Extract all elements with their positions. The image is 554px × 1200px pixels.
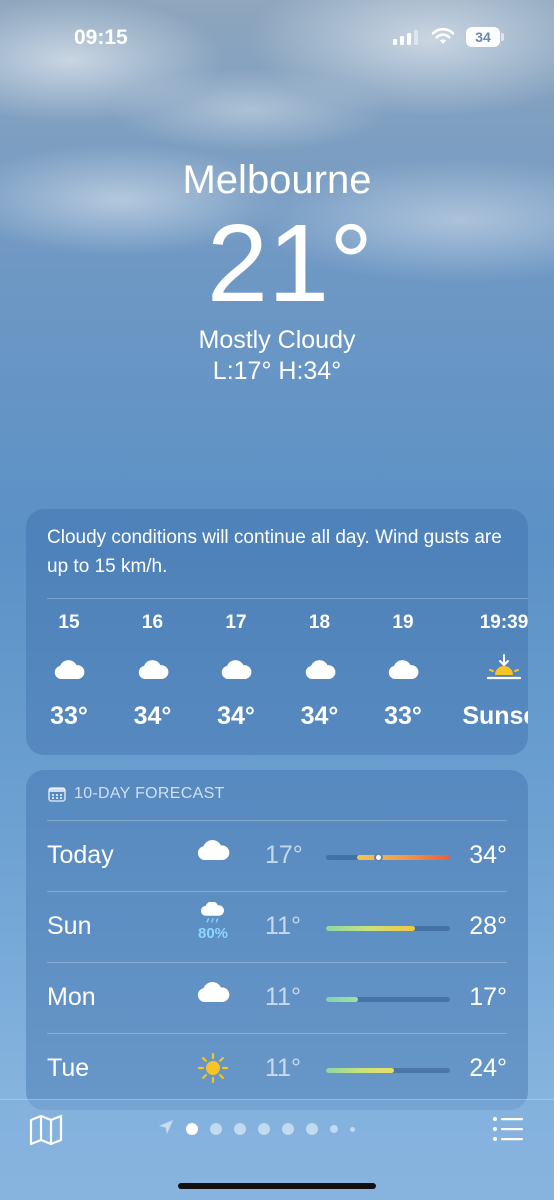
forecast-day: Sun bbox=[47, 912, 92, 940]
page-dot[interactable] bbox=[282, 1123, 294, 1135]
status-bar: 09:15 34 bbox=[0, 0, 554, 74]
temperature-range-bar bbox=[326, 853, 450, 862]
hour-item: 17 34° bbox=[194, 611, 278, 731]
wifi-icon bbox=[431, 27, 455, 44]
page-dot[interactable] bbox=[306, 1123, 318, 1135]
forecast-high: 34° bbox=[469, 841, 507, 869]
hour-item: 18 34° bbox=[278, 611, 362, 731]
forecast-row[interactable]: Mon 11° 17° bbox=[47, 962, 507, 1033]
forecast-low: 11° bbox=[265, 983, 301, 1011]
page-dot[interactable] bbox=[330, 1125, 338, 1133]
hour-temperature: 33° bbox=[50, 702, 88, 730]
current-condition: Mostly Cloudy bbox=[198, 326, 356, 354]
forecast-low: 11° bbox=[265, 912, 301, 940]
cloud-icon bbox=[193, 839, 233, 879]
battery-icon: 34 bbox=[466, 27, 504, 47]
hour-label: 15 bbox=[58, 612, 80, 633]
forecast-day: Mon bbox=[47, 983, 96, 1011]
status-time: 09:15 bbox=[74, 26, 128, 49]
page-dot[interactable] bbox=[210, 1123, 222, 1135]
page-dot[interactable] bbox=[350, 1126, 355, 1132]
divider bbox=[47, 598, 528, 599]
page-dot[interactable] bbox=[258, 1123, 270, 1135]
forecast-header: 10-DAY FORECAST bbox=[48, 785, 225, 803]
sun-icon bbox=[193, 1052, 233, 1092]
forecast-row[interactable]: Today 17° 34° bbox=[47, 820, 507, 891]
list-icon[interactable] bbox=[492, 1115, 524, 1143]
temperature-range-bar bbox=[326, 1068, 450, 1073]
city-name: Melbourne bbox=[182, 158, 372, 202]
temperature-range-fill bbox=[326, 926, 416, 931]
cloud-icon bbox=[361, 651, 445, 687]
page-dot[interactable] bbox=[234, 1123, 246, 1135]
forecast-row[interactable]: Tue 11° 24° bbox=[47, 1033, 507, 1104]
cloud-icon bbox=[278, 651, 362, 687]
cellular-signal-icon bbox=[393, 29, 418, 45]
hour-label: 19 bbox=[392, 612, 414, 633]
forecast-row[interactable]: Sun 80% 11° 28° bbox=[47, 891, 507, 962]
hour-label: 17 bbox=[225, 612, 247, 633]
temperature-range-fill bbox=[326, 997, 359, 1002]
map-icon[interactable] bbox=[29, 1114, 63, 1146]
cloud-icon bbox=[194, 651, 278, 687]
current-temperature: 21° bbox=[206, 202, 374, 325]
cloud-icon bbox=[193, 981, 233, 1021]
hour-item: 19:39 Sunset bbox=[462, 611, 528, 731]
hour-item: 19 33° bbox=[361, 611, 445, 731]
ten-day-forecast-card[interactable]: 10-DAY FORECAST Today 17° 34° Sun 80% 11° 28° M… bbox=[26, 770, 528, 1110]
location-arrow-icon[interactable] bbox=[158, 1119, 174, 1140]
page-dot[interactable] bbox=[186, 1123, 198, 1135]
forecast-low: 17° bbox=[265, 841, 303, 869]
calendar-icon bbox=[48, 787, 66, 802]
cloud-icon bbox=[111, 651, 195, 687]
hour-item: 16 34° bbox=[111, 611, 195, 731]
temperature-range-bar bbox=[326, 997, 450, 1002]
forecast-day: Tue bbox=[47, 1054, 90, 1082]
current-weather: Melbourne 21° Mostly Cloudy L:17° H:34° bbox=[0, 152, 554, 386]
home-indicator bbox=[178, 1183, 376, 1189]
hour-temperature: 34° bbox=[300, 702, 339, 730]
forecast-low: 11° bbox=[265, 1054, 301, 1082]
precipitation-chance: 80% bbox=[197, 925, 229, 942]
hour-temperature: 34° bbox=[133, 702, 172, 730]
hour-temperature: 34° bbox=[217, 702, 255, 730]
hour-temperature: Sunset bbox=[462, 702, 528, 730]
forecast-high: 24° bbox=[469, 1054, 507, 1082]
low-high: L:17° H:34° bbox=[212, 357, 342, 385]
forecast-day: Today bbox=[47, 841, 114, 869]
hourly-forecast-card[interactable]: Cloudy conditions will continue all day.… bbox=[26, 509, 528, 755]
hour-item: 15 33° bbox=[27, 611, 111, 731]
forecast-high: 28° bbox=[469, 912, 507, 940]
hour-label: 16 bbox=[141, 612, 164, 633]
weather-summary: Cloudy conditions will continue all day.… bbox=[47, 527, 502, 577]
temperature-range-fill bbox=[326, 1068, 395, 1073]
hour-label: 19:39 bbox=[479, 612, 528, 633]
sunset-icon bbox=[462, 651, 528, 687]
temperature-range-bar bbox=[326, 926, 450, 931]
hour-temperature: 33° bbox=[384, 702, 422, 730]
current-temp-marker bbox=[373, 853, 383, 862]
forecast-high: 17° bbox=[469, 983, 507, 1011]
cloud-rain-icon: 80% bbox=[193, 902, 233, 942]
page-indicator[interactable] bbox=[158, 1119, 355, 1139]
temperature-range-fill bbox=[357, 855, 450, 860]
hour-label: 18 bbox=[308, 612, 331, 633]
battery-level: 34 bbox=[466, 27, 500, 47]
cloud-icon bbox=[27, 651, 111, 687]
forecast-header-label: 10-DAY FORECAST bbox=[74, 785, 225, 802]
